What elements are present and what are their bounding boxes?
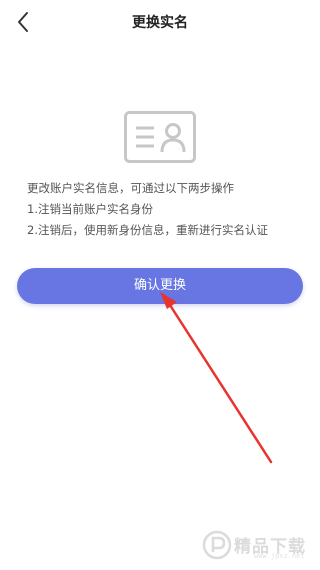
watermark-url: www.jpxz.net [254, 552, 305, 560]
confirm-change-button[interactable]: 确认更换 [17, 268, 303, 304]
id-card-icon [124, 111, 196, 163]
page-title: 更换实名 [132, 15, 188, 31]
watermark: 精品下载 www.jpxz.net [202, 528, 314, 564]
instructions-step-1: 1.注销当前账户实名身份 [27, 202, 153, 216]
watermark-logo-icon [202, 530, 232, 560]
instructions-step-2: 2.注销后，使用新身份信息，重新进行实名认证 [27, 223, 268, 237]
nav-bar: 更换实名 [0, 0, 320, 44]
instructions: 更改账户实名信息，可通过以下两步操作 1.注销当前账户实名身份 2.注销后，使用… [27, 178, 317, 241]
instructions-intro: 更改账户实名信息，可通过以下两步操作 [27, 181, 234, 195]
